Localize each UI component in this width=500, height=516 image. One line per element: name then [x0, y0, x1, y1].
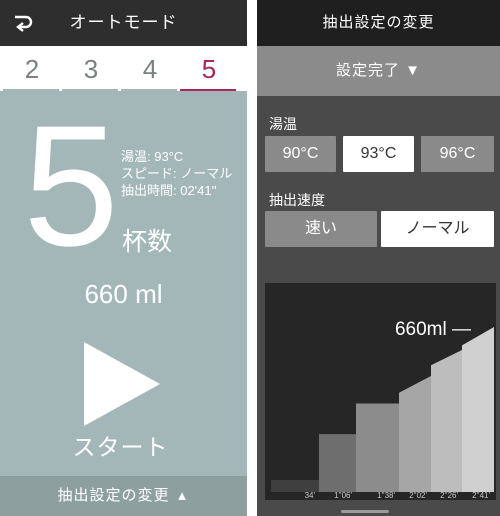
start-button[interactable]	[82, 340, 162, 428]
temperature-label: 湯温	[269, 116, 297, 132]
header-bar: オートモード	[0, 0, 247, 46]
speed-info: スピード: ノーマル	[121, 166, 233, 181]
settings-title: 抽出設定の変更	[257, 0, 500, 46]
speed-option-fast[interactable]: 速い	[265, 211, 377, 247]
chart-tick-label: 34'	[305, 491, 316, 500]
back-button[interactable]	[8, 9, 36, 37]
pour-profile-chart: 34' 1''06' 1''38' 2''02' 2''26' 2''41' 660ml —	[265, 283, 496, 500]
chart-step-2	[319, 434, 356, 492]
tab-underline	[121, 89, 177, 91]
footer-label: 抽出設定の変更	[57, 487, 170, 504]
chart-step-5	[431, 349, 462, 492]
tab-cups-5[interactable]: 5	[180, 46, 238, 91]
temp-option-96[interactable]: 96°C	[421, 136, 494, 172]
done-label: 設定完了	[335, 62, 400, 79]
tab-label: 3	[83, 54, 99, 84]
chart-tick-label: 2''26'	[440, 491, 458, 500]
tab-cups-3[interactable]: 3	[62, 46, 120, 91]
tab-cups-2[interactable]: 2	[3, 46, 61, 91]
speed-label: 抽出速度	[269, 192, 325, 208]
chart-tick-label: 2''02'	[409, 491, 427, 500]
triangle-down-icon: ▼	[405, 62, 422, 79]
volume-value: 660 ml	[84, 279, 163, 309]
tab-underline	[180, 89, 236, 91]
chart-end-volume-label: 660ml —	[395, 319, 471, 340]
triangle-up-icon: ▲	[175, 488, 190, 503]
cup-count-tabs: 2 3 4 5	[0, 46, 247, 91]
chart-tick-label: 2''41'	[472, 491, 490, 500]
scrollbar-thumb[interactable]	[341, 510, 389, 513]
pour-profile-svg: 34' 1''06' 1''38' 2''02' 2''26' 2''41' 660ml —	[271, 319, 494, 500]
chart-step-4	[399, 375, 431, 492]
page-title: オートモード	[69, 13, 178, 32]
tab-label: 5	[201, 54, 217, 84]
brew-settings-screen: 抽出設定の変更 設定完了 ▼ 湯温 90°C 93°C 96°C 抽出速度 速い…	[257, 0, 500, 516]
brew-settings-toggle[interactable]: 抽出設定の変更 ▲	[0, 476, 247, 516]
brew-info: 湯温: 93°C スピード: ノーマル 抽出時間: 02'41''	[121, 148, 232, 199]
speed-option-normal[interactable]: ノーマル	[381, 211, 494, 247]
settings-done-button[interactable]: 設定完了 ▼	[257, 46, 500, 96]
time-info: 抽出時間: 02'41''	[121, 183, 217, 198]
temperature-info: 湯温: 93°C	[121, 149, 184, 164]
start-label[interactable]: スタート	[0, 428, 241, 462]
cups-label: 杯数	[122, 228, 173, 256]
tab-label: 4	[142, 54, 158, 84]
tab-cups-4[interactable]: 4	[121, 46, 179, 91]
temp-option-90[interactable]: 90°C	[265, 136, 336, 172]
temp-option-93[interactable]: 93°C	[343, 136, 414, 172]
auto-mode-screen: オートモード 2 3 4 5 5 湯温: 93°C スピード: ノーマル 抽出時…	[0, 0, 247, 516]
selected-cup-count: 5	[23, 90, 119, 282]
chart-step-3	[356, 403, 399, 492]
tab-label: 2	[24, 54, 40, 84]
play-icon	[84, 342, 160, 426]
chart-tick-label: 1''06'	[334, 491, 352, 500]
back-arrow-icon	[15, 15, 33, 32]
chart-step-6	[462, 327, 494, 492]
chart-tick-label: 1''38'	[377, 491, 395, 500]
